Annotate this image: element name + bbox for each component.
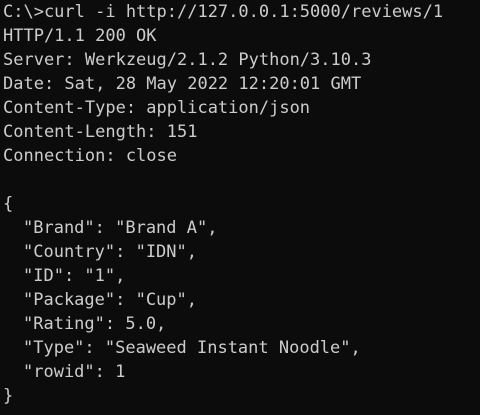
json-field-country: "Country": "IDN", <box>23 242 197 262</box>
header-content-length: Content-Length: 151 <box>3 122 198 142</box>
json-open-brace: { <box>3 194 14 214</box>
json-field-package: "Package": "Cup", <box>23 290 197 310</box>
json-field-brand: "Brand": "Brand A", <box>23 218 218 238</box>
header-server: Server: Werkzeug/2.1.2 Python/3.10.3 <box>3 50 372 70</box>
header-date: Date: Sat, 28 May 2022 12:20:01 GMT <box>3 74 362 94</box>
header-content-type: Content-Type: application/json <box>3 98 311 118</box>
terminal-window[interactable]: C:\>curl -i http://127.0.0.1:5000/review… <box>0 0 480 415</box>
status-line: HTTP/1.1 200 OK <box>3 26 157 46</box>
json-field-rating: "Rating": 5.0, <box>23 314 167 334</box>
header-connection: Connection: close <box>3 146 177 166</box>
json-field-id: "ID": "1", <box>23 266 126 286</box>
command-line: C:\>curl -i http://127.0.0.1:5000/review… <box>3 2 444 22</box>
json-field-rowid: "rowid": 1 <box>23 362 126 382</box>
json-field-type: "Type": "Seaweed Instant Noodle", <box>23 338 361 358</box>
json-close-brace: } <box>3 386 14 406</box>
